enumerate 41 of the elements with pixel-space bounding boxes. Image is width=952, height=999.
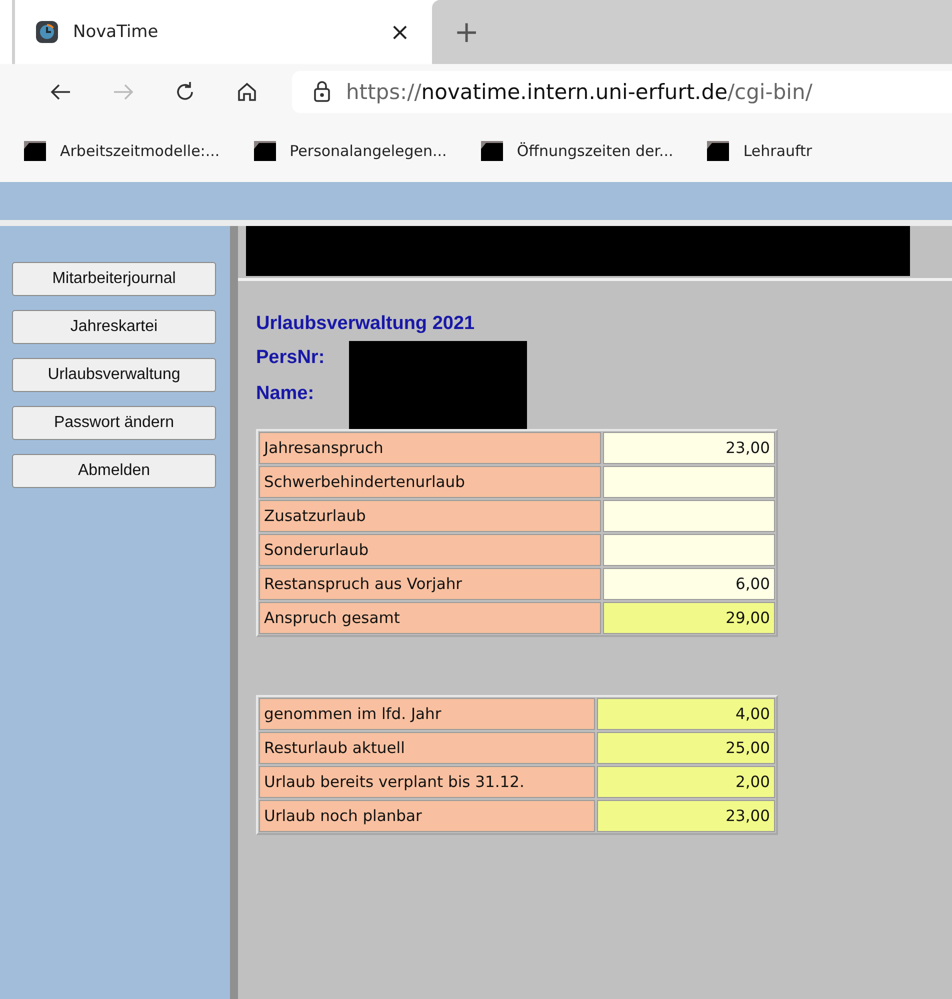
label-cell: Restanspruch aus Vorjahr bbox=[259, 568, 601, 600]
clock-icon bbox=[35, 20, 59, 44]
nav-button[interactable]: Mitarbeiterjournal bbox=[12, 262, 216, 296]
tab-title: NovaTime bbox=[73, 22, 160, 42]
label-cell: Resturlaub aktuell bbox=[259, 732, 595, 764]
bookmark-link[interactable]: Öffnungszeiten der... bbox=[480, 141, 674, 161]
label-cell: Schwerbehindertenurlaub bbox=[259, 466, 601, 498]
home-icon bbox=[235, 80, 259, 104]
new-tab-button[interactable]: + bbox=[454, 14, 480, 50]
label-cell: Zusatzurlaub bbox=[259, 500, 601, 532]
field-label: Name: bbox=[256, 383, 316, 405]
bookmark-link[interactable]: Lehrauftr bbox=[707, 141, 812, 161]
value-cell: 25,00 bbox=[597, 732, 775, 764]
page-icon bbox=[480, 141, 503, 161]
lock-icon bbox=[312, 80, 332, 104]
bookmark-link[interactable]: Personalangelegen... bbox=[254, 141, 447, 161]
url-text: https://novatime.intern.uni-erfurt.de/cgi-bin/ bbox=[346, 80, 812, 104]
label-cell: Urlaub bereits verplant bis 31.12. bbox=[259, 766, 595, 798]
label-cell: Sonderurlaub bbox=[259, 534, 601, 566]
nav-button[interactable]: Jahreskartei bbox=[12, 310, 216, 344]
field-label: PersNr: bbox=[256, 347, 326, 369]
value-cell: 4,00 bbox=[597, 698, 775, 730]
page-icon bbox=[254, 141, 276, 161]
label-cell: genommen im lfd. Jahr bbox=[259, 698, 595, 730]
nav-button[interactable]: Abmelden bbox=[12, 454, 216, 488]
value-cell: 23,00 bbox=[603, 432, 775, 464]
label-cell: Anspruch gesamt bbox=[259, 602, 601, 634]
label-cell: Urlaub noch planbar bbox=[259, 800, 595, 832]
address-bar[interactable]: https://novatime.intern.uni-erfurt.de/cgi-bin/ bbox=[292, 71, 952, 113]
value-cell: 2,00 bbox=[597, 766, 775, 798]
page-icon bbox=[24, 141, 46, 161]
page-title: Urlaubsverwaltung 2021 bbox=[256, 313, 476, 335]
close-tab-button[interactable]: × bbox=[382, 18, 418, 46]
value-cell: 29,00 bbox=[603, 602, 775, 634]
bookmark-link[interactable]: Arbeitszeitmodelle:... bbox=[24, 141, 220, 161]
value-cell: 6,00 bbox=[603, 568, 775, 600]
nav-button[interactable]: Urlaubsverwaltung bbox=[12, 358, 216, 392]
label-cell: Jahresanspruch bbox=[259, 432, 601, 464]
page-icon bbox=[707, 141, 730, 161]
nav-button[interactable]: Passwort ändern bbox=[12, 406, 216, 440]
value-cell: 23,00 bbox=[597, 800, 775, 832]
